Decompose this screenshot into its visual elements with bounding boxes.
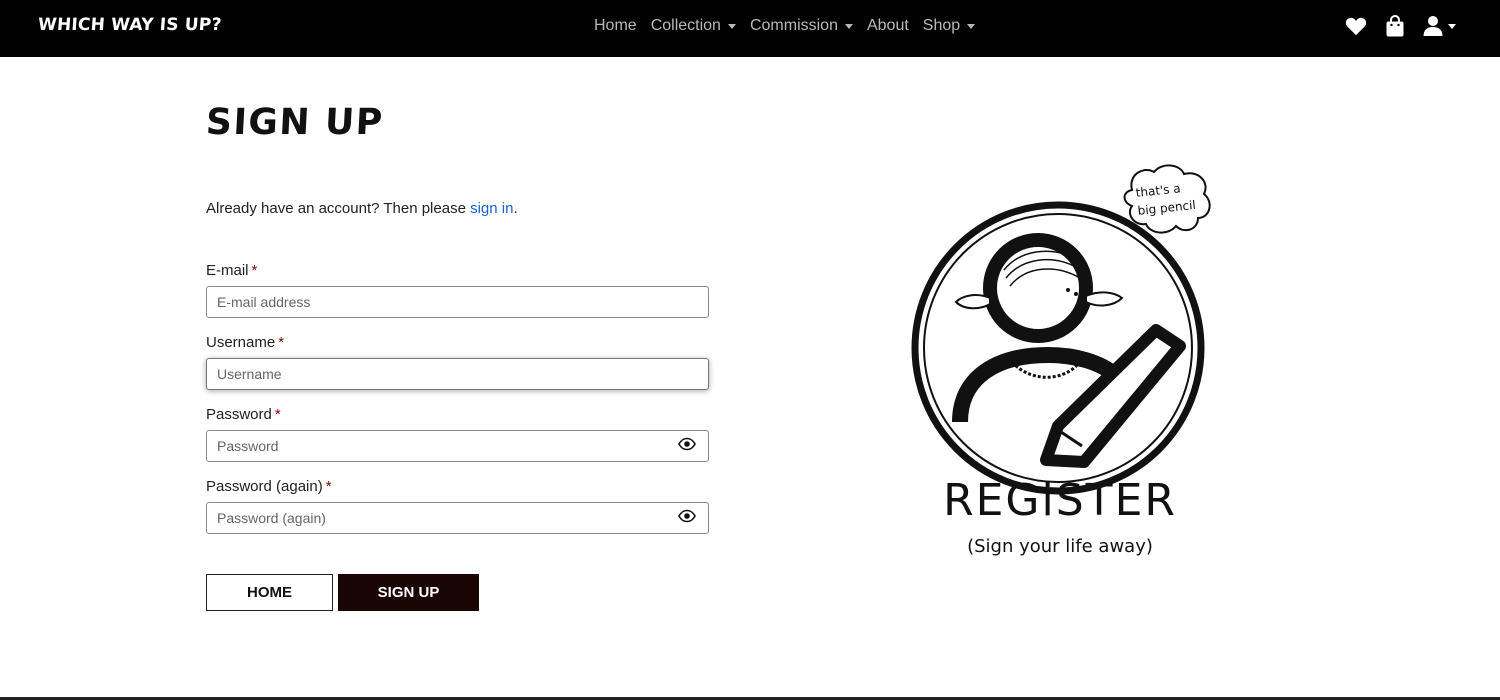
required-marker: * <box>278 334 285 351</box>
username-label: Username * <box>206 334 284 351</box>
register-subcaption: (Sign your life away) <box>967 536 1153 557</box>
nav-home[interactable]: Home <box>594 17 637 35</box>
username-label-text: Username <box>206 334 276 351</box>
navbar: WHICH WAY IS UP? Home Collection Commiss… <box>0 0 1500 57</box>
register-caption: REGiSTER <box>943 475 1177 526</box>
nav-shop[interactable]: Shop <box>922 17 976 35</box>
required-marker: * <box>325 478 332 495</box>
eye-icon[interactable] <box>678 509 696 523</box>
eye-icon[interactable] <box>678 437 696 451</box>
brand-logo[interactable]: WHICH WAY IS UP? <box>37 15 222 35</box>
shopping-bag-icon <box>1386 15 1404 37</box>
nav-collection-label: Collection <box>650 17 721 34</box>
email-label-text: E-mail <box>206 262 249 279</box>
sign-up-button[interactable]: SIGN UP <box>338 574 479 611</box>
email-label: E-mail * <box>206 262 257 279</box>
password-again-label: Password (again) * <box>206 478 332 495</box>
account-menu-button[interactable] <box>1423 15 1456 37</box>
chevron-down-icon <box>967 23 976 29</box>
sign-in-prompt-text: Already have an account? Then please <box>206 200 471 217</box>
password-label-text: Password <box>206 406 272 423</box>
nav-about[interactable]: About <box>867 17 909 35</box>
nav-commission-label: Commission <box>749 17 838 34</box>
nav-shop-label: Shop <box>922 17 961 34</box>
sign-in-prompt-suffix: . <box>513 200 518 217</box>
sign-in-link[interactable]: sign in <box>470 200 513 217</box>
password-label: Password * <box>206 406 281 423</box>
nav-home-label: Home <box>594 17 637 34</box>
heart-icon <box>1345 17 1367 36</box>
cart-button[interactable] <box>1385 15 1405 37</box>
head <box>983 233 1093 343</box>
chevron-down-icon <box>727 23 736 29</box>
eye-dot <box>1074 292 1078 296</box>
eye-dot <box>1066 288 1070 292</box>
password-field[interactable] <box>206 430 709 462</box>
home-button[interactable]: HOME <box>206 574 333 611</box>
password-again-label-text: Password (again) <box>206 478 323 495</box>
nav-links: Home Collection Commission About Shop <box>594 17 989 35</box>
chevron-down-icon <box>844 23 853 29</box>
required-marker: * <box>251 262 258 279</box>
nav-icons <box>1345 15 1456 37</box>
username-field[interactable] <box>206 358 709 390</box>
register-illustration: that's a big pencil REGiSTER (Sign your … <box>911 164 1211 557</box>
required-marker: * <box>274 406 281 423</box>
email-field[interactable] <box>206 286 709 318</box>
nav-collection[interactable]: Collection <box>651 17 736 35</box>
wishlist-button[interactable] <box>1345 16 1367 36</box>
nav-about-label: About <box>866 17 909 34</box>
sign-in-prompt: Already have an account? Then please sig… <box>206 200 518 217</box>
chevron-down-icon <box>1448 23 1456 29</box>
nav-commission[interactable]: Commission <box>750 17 853 35</box>
password-again-field[interactable] <box>206 502 709 534</box>
page-title: SIGN UP <box>204 102 385 143</box>
user-icon <box>1423 16 1443 36</box>
